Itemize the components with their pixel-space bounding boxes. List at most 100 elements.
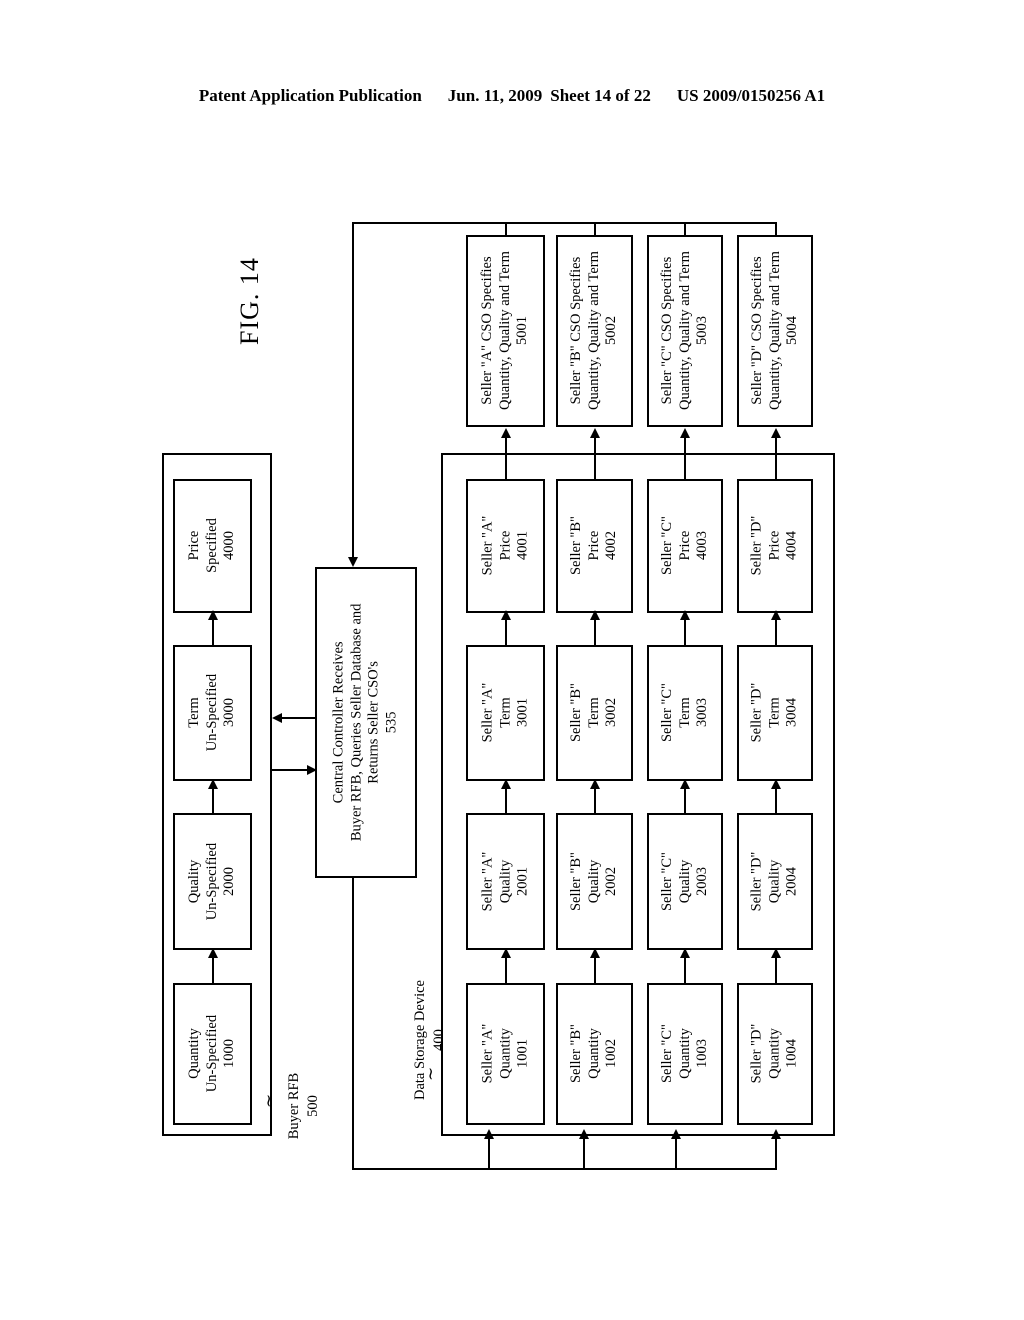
seller-cso-d-line2: Quantity, Quality and Term — [766, 251, 783, 411]
seller-cso-b-text: Seller "B" CSO Specifies Quantity, Quali… — [568, 252, 621, 411]
buyer-box-quality[interactable]: Quality Un-Specified 2000 — [173, 813, 252, 950]
publication-date: Jun. 11, 2009 — [447, 86, 543, 105]
seller-b-term[interactable]: Seller "B" Term 3002 — [556, 645, 633, 781]
buyer-arrowhead-price — [208, 610, 218, 620]
seller-b-term-line3: 3002 — [603, 698, 620, 728]
seller-a-quantity-line3: 1001 — [514, 1039, 531, 1069]
seller-d-quality-line2: Quality — [766, 859, 783, 904]
seller-a-arrow-term — [501, 779, 511, 789]
seller-d-quantity-text: Seller "D" Quantity 1004 — [748, 1024, 801, 1084]
seller-c-price-line1: Seller "C" — [658, 516, 675, 576]
bus-stub-b — [583, 1136, 585, 1170]
seller-c-term[interactable]: Seller "C" Term 3003 — [647, 645, 723, 781]
seller-a-quantity-line1: Seller "A" — [478, 1024, 495, 1084]
cso-stub-c — [684, 222, 686, 236]
seller-cso-c-text: Seller "C" CSO Specifies Quantity, Quali… — [658, 252, 711, 411]
buyer-box-price[interactable]: Price Specified 4000 — [173, 479, 252, 613]
seller-d-quantity[interactable]: Seller "D" Quantity 1004 — [737, 983, 813, 1125]
bus-stub-a — [488, 1136, 490, 1170]
buyer-box-quality-line3: 2000 — [221, 867, 238, 896]
seller-cso-box-d[interactable]: Seller "D" CSO Specifies Quantity, Quali… — [737, 235, 813, 427]
buyer-box-quantity-text: Quantity Un-Specified 1000 — [186, 1015, 239, 1092]
central-controller-line4: 535 — [383, 711, 400, 734]
seller-c-arrow-term — [680, 779, 690, 789]
seller-b-term-text: Seller "B" Term 3002 — [568, 684, 621, 743]
seller-a-quantity[interactable]: Seller "A" Quantity 1001 — [466, 983, 545, 1125]
seller-d-price-line1: Seller "D" — [748, 516, 765, 576]
cso-bus-arrowhead-controller — [348, 557, 358, 567]
seller-a-term-text: Seller "A" Term 3001 — [479, 683, 532, 743]
seller-a-arrow-price — [501, 610, 511, 620]
seller-d-arrow-price — [771, 610, 781, 620]
buyer-box-quality-line2: Un-Specified — [203, 842, 220, 921]
buyer-arrowhead-term — [208, 779, 218, 789]
central-controller-line3: Returns Seller CSO's — [366, 661, 382, 784]
seller-cso-box-c[interactable]: Seller "C" CSO Specifies Quantity, Quali… — [647, 235, 723, 427]
cso-stub-d — [775, 222, 777, 236]
seller-b-conn-term-price — [594, 617, 596, 647]
figure-title: FIG. 14 — [235, 257, 264, 345]
buyer-box-quantity[interactable]: Quantity Un-Specified 1000 — [173, 983, 252, 1125]
publication-header: Patent Application Publication Jun. 11, 2… — [0, 86, 1024, 106]
seller-c-price[interactable]: Seller "C" Price 4003 — [647, 479, 723, 613]
seller-d-price-to-cso-line — [775, 437, 777, 479]
seller-d-quality[interactable]: Seller "D" Quality 2004 — [737, 813, 813, 950]
seller-c-quantity-line3: 1003 — [693, 1039, 710, 1069]
buyer-box-term[interactable]: Term Un-Specified 3000 — [173, 645, 252, 781]
buyer-rfb-label-line1: Buyer RFB — [286, 1072, 302, 1140]
buyer-box-quantity-line1: Quantity — [185, 1028, 202, 1080]
seller-b-price-text: Seller "B" Price 4002 — [568, 517, 621, 576]
bus-stub-c — [675, 1136, 677, 1170]
seller-b-quality-line1: Seller "B" — [567, 852, 584, 911]
seller-d-conn-qual-term — [775, 786, 777, 815]
buyer-box-quality-line1: Quality — [185, 859, 202, 904]
seller-b-term-line2: Term — [585, 697, 602, 729]
seller-c-term-line2: Term — [676, 697, 693, 729]
seller-b-quantity-line1: Seller "B" — [567, 1024, 584, 1084]
seller-a-quality-text: Seller "A" Quality 2001 — [479, 852, 532, 912]
central-controller-box[interactable]: Central Controller Receives Buyer RFB, Q… — [315, 567, 417, 878]
buyer-arrowhead-quality — [208, 948, 218, 958]
seller-d-price-line2: Price — [766, 531, 783, 561]
seller-a-price[interactable]: Seller "A" Price 4001 — [466, 479, 545, 613]
central-controller-text: Central Controller Receives Buyer RFB, Q… — [331, 604, 402, 842]
seller-cso-box-b[interactable]: Seller "B" CSO Specifies Quantity, Quali… — [556, 235, 633, 427]
buyer-box-term-line2: Un-Specified — [203, 674, 220, 752]
seller-cso-a-line3: 5001 — [514, 316, 531, 346]
seller-a-quality[interactable]: Seller "A" Quality 2001 — [466, 813, 545, 950]
seller-a-price-line1: Seller "A" — [478, 516, 495, 576]
seller-a-term[interactable]: Seller "A" Term 3001 — [466, 645, 545, 781]
seller-a-price-to-cso-arrowhead — [501, 428, 511, 438]
seller-c-conn-qual-term — [684, 786, 686, 815]
seller-c-arrow-qual — [680, 948, 690, 958]
seller-cso-box-a[interactable]: Seller "A" CSO Specifies Quantity, Quali… — [466, 235, 545, 427]
seller-c-quantity[interactable]: Seller "C" Quantity 1003 — [647, 983, 723, 1125]
buyer-box-term-line3: 3000 — [221, 698, 238, 728]
seller-b-quality[interactable]: Seller "B" Quality 2002 — [556, 813, 633, 950]
seller-c-price-line2: Price — [676, 531, 693, 561]
buyer-box-price-line3: 4000 — [221, 531, 238, 561]
seller-b-price-line3: 4002 — [603, 531, 620, 561]
data-storage-label-line1: Data Storage Device — [412, 980, 428, 1100]
buyer-connector-term-price — [212, 617, 214, 647]
seller-b-quantity[interactable]: Seller "B" Quantity 1002 — [556, 983, 633, 1125]
seller-d-price[interactable]: Seller "D" Price 4004 — [737, 479, 813, 613]
buyer-box-price-line2: Specified — [203, 518, 220, 574]
seller-cso-c-line1: Seller "C" CSO Specifies — [658, 257, 675, 405]
seller-c-quality[interactable]: Seller "C" Quality 2003 — [647, 813, 723, 950]
seller-b-price[interactable]: Seller "B" Price 4002 — [556, 479, 633, 613]
seller-c-price-to-cso-arrowhead — [680, 428, 690, 438]
bus-arrowhead-c — [671, 1129, 681, 1139]
seller-a-quality-line3: 2001 — [514, 867, 531, 897]
bus-arrowhead-a — [484, 1129, 494, 1139]
seller-d-term[interactable]: Seller "D" Term 3004 — [737, 645, 813, 781]
seller-a-price-line3: 4001 — [514, 531, 531, 561]
seller-c-term-text: Seller "C" Term 3003 — [658, 684, 711, 743]
seller-c-price-to-cso-line — [684, 437, 686, 479]
buyer-connector-quantity-quality — [212, 955, 214, 985]
seller-d-price-text: Seller "D" Price 4004 — [748, 516, 801, 576]
seller-a-conn-term-price — [505, 617, 507, 647]
seller-b-quality-line3: 2002 — [603, 867, 620, 896]
publication-label: Patent Application Publication — [198, 86, 422, 105]
buyer-rfb-number: 500 — [305, 1056, 325, 1156]
